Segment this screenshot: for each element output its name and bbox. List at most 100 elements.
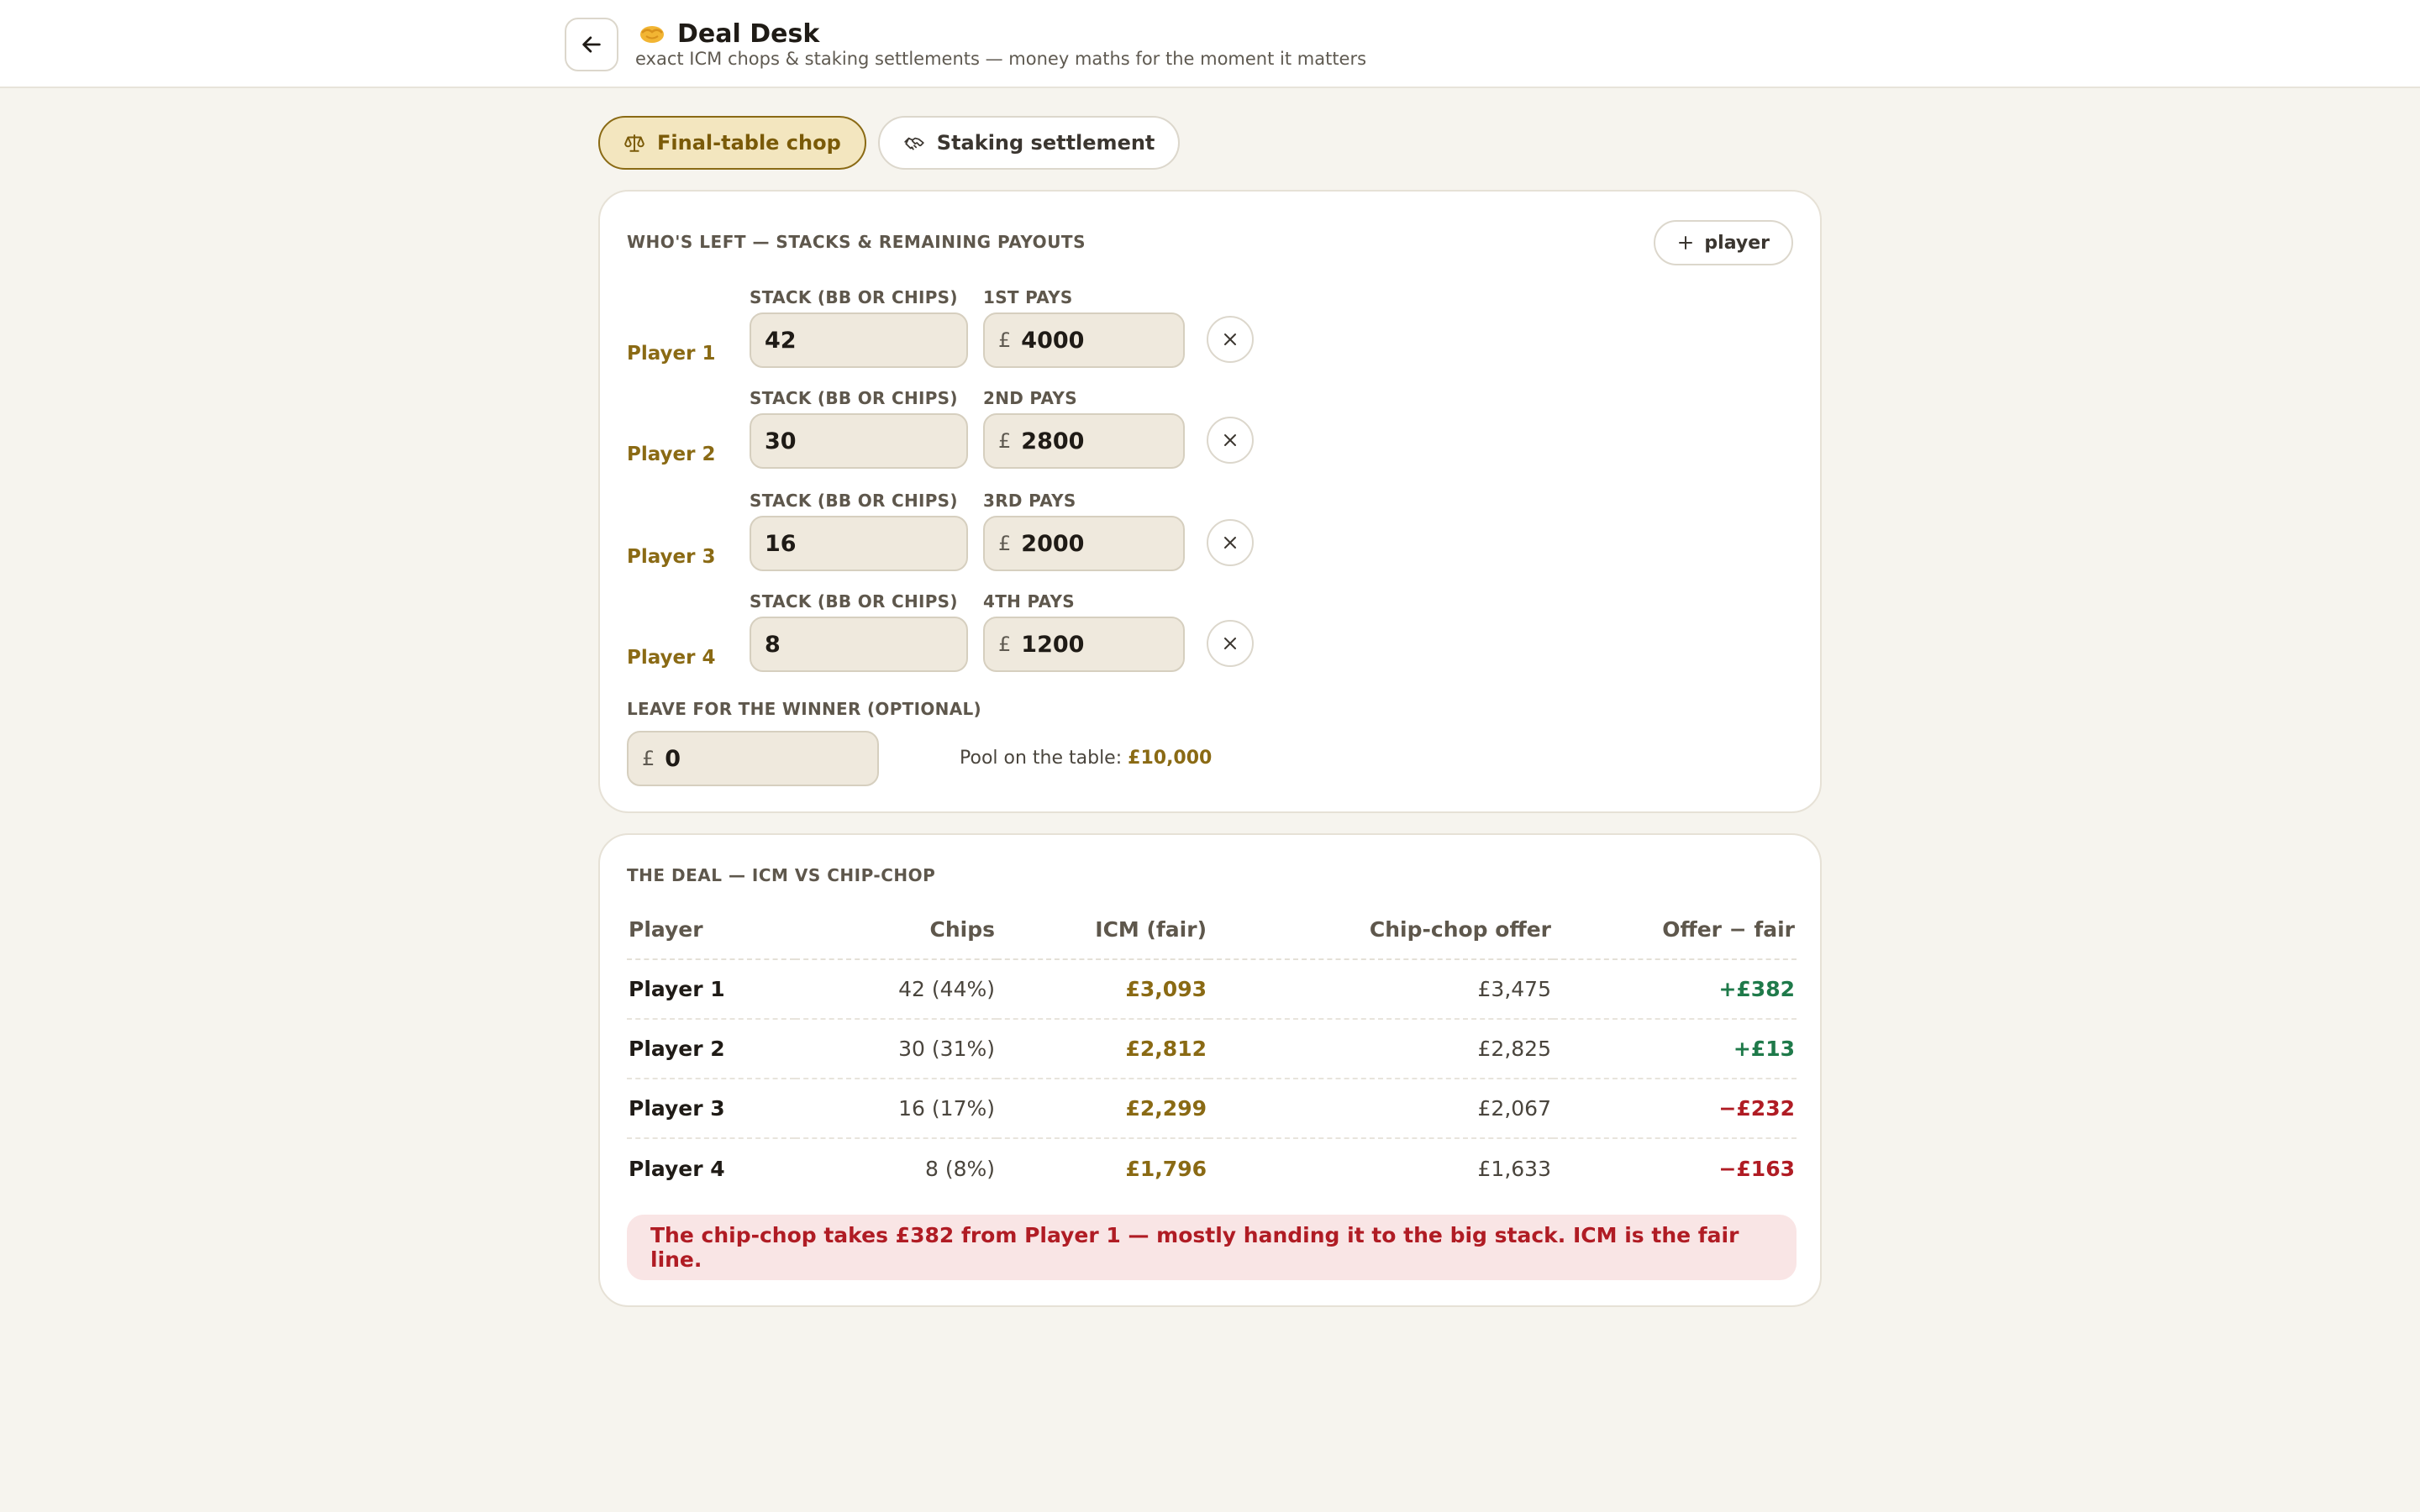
- cell-diff: −£232: [1553, 1079, 1797, 1139]
- stack-input[interactable]: 42: [750, 312, 968, 368]
- tab-staking-settlement[interactable]: Staking settlement: [877, 116, 1181, 170]
- remove-player-button[interactable]: [1207, 620, 1254, 667]
- handshake-emoji-icon: [640, 26, 664, 43]
- player-name: Player 4: [627, 647, 716, 669]
- player-name: Player 3: [627, 546, 716, 568]
- payout-label: 1st pays: [983, 287, 1073, 307]
- cell-chipchop: £3,475: [1208, 959, 1553, 1020]
- tab-final-table-chop[interactable]: Final-table chop: [598, 116, 866, 170]
- pool-summary: Pool on the table: £10,000: [960, 748, 1212, 769]
- top-bar: Deal Desk exact ICM chops & staking sett…: [0, 0, 2420, 88]
- remove-player-button[interactable]: [1207, 417, 1254, 464]
- currency-symbol: £: [998, 328, 1012, 352]
- app-title: Deal Desk: [639, 17, 819, 50]
- remove-player-button[interactable]: [1207, 316, 1254, 363]
- cell-icm: £2,812: [997, 1019, 1208, 1079]
- cell-player: Player 1: [627, 959, 795, 1020]
- cell-chips: 30 (31%): [795, 1019, 997, 1079]
- currency-symbol: £: [642, 747, 655, 770]
- winner-input[interactable]: £ 0: [627, 731, 879, 786]
- payout-input[interactable]: £ 4000: [983, 312, 1185, 368]
- add-player-button[interactable]: player: [1654, 220, 1793, 265]
- payout-label: 4th pays: [983, 591, 1075, 612]
- close-icon: [1224, 537, 1236, 549]
- stack-input[interactable]: 8: [750, 617, 968, 672]
- close-icon: [1224, 333, 1236, 345]
- stack-label: Stack (BB or chips): [750, 287, 958, 307]
- table-row: Player 4 8 (8%) £1,796 £1,633 −£163: [627, 1138, 1797, 1198]
- column-header-icm: ICM (fair): [997, 900, 1208, 960]
- table-row: Player 3 16 (17%) £2,299 £2,067 −£232: [627, 1079, 1797, 1139]
- stack-value: 8: [765, 631, 781, 658]
- pool-value: £10,000: [1128, 748, 1213, 769]
- cell-chipchop: £2,067: [1208, 1079, 1553, 1139]
- player-row: Player 3 Stack (BB or chips) 3rd pays 16…: [627, 491, 1265, 591]
- cell-chips: 16 (17%): [795, 1079, 997, 1139]
- tab-label: Final-table chop: [657, 131, 841, 155]
- cell-icm: £3,093: [997, 959, 1208, 1020]
- payout-value: 1200: [1021, 631, 1085, 658]
- player-name: Player 1: [627, 343, 716, 365]
- currency-symbol: £: [998, 532, 1012, 555]
- cell-chips: 8 (8%): [924, 1156, 995, 1181]
- cell-player: Player 3: [627, 1079, 795, 1139]
- remove-player-button[interactable]: [1207, 519, 1254, 566]
- fairness-alert: The chip-chop takes £382 from Player 1 —…: [627, 1215, 1797, 1280]
- payout-input[interactable]: £ 1200: [983, 617, 1185, 672]
- cell-player: Player 4: [629, 1156, 725, 1181]
- deal-table: Player Chips ICM (fair) Chip-chop offer …: [627, 900, 1797, 1198]
- scales-icon: [624, 134, 644, 152]
- stack-label: Stack (BB or chips): [750, 491, 958, 511]
- cell-diff: +£382: [1553, 959, 1797, 1020]
- mode-tabs: Final-table chop Staking settlement: [598, 116, 1181, 170]
- player-name: Player 2: [627, 444, 716, 465]
- stack-value: 30: [765, 428, 797, 454]
- player-row: Player 2 Stack (BB or chips) 2nd pays 30…: [627, 388, 1265, 489]
- column-header-chipchop: Chip-chop offer: [1208, 900, 1553, 960]
- currency-symbol: £: [998, 633, 1012, 656]
- cell-chipchop: £2,825: [1208, 1019, 1553, 1079]
- app-title-text: Deal Desk: [677, 18, 820, 49]
- deal-card: The deal — ICM vs chip-chop Player Chips…: [598, 833, 1822, 1307]
- arrow-left-icon: [582, 36, 601, 53]
- back-button[interactable]: [565, 18, 618, 71]
- stack-label: Stack (BB or chips): [750, 388, 958, 408]
- plus-icon: [1679, 236, 1693, 249]
- stack-value: 16: [765, 530, 797, 557]
- winner-value: 0: [665, 745, 681, 772]
- stack-input[interactable]: 16: [750, 516, 968, 571]
- payout-label: 2nd pays: [983, 388, 1077, 408]
- pool-label: Pool on the table:: [960, 748, 1123, 769]
- payout-input[interactable]: £ 2800: [983, 413, 1185, 469]
- column-header-chips: Chips: [795, 900, 997, 960]
- stack-label: Stack (BB or chips): [750, 591, 958, 612]
- payout-label: 3rd pays: [983, 491, 1076, 511]
- currency-symbol: £: [998, 429, 1012, 453]
- stack-value: 42: [765, 327, 797, 354]
- table-header-row: Player Chips ICM (fair) Chip-chop offer …: [627, 900, 1797, 960]
- payout-input[interactable]: £ 2000: [983, 516, 1185, 571]
- player-row: Player 1 Stack (BB or chips) 1st pays 42…: [627, 287, 1265, 388]
- stack-input[interactable]: 30: [750, 413, 968, 469]
- close-icon: [1224, 638, 1236, 649]
- cell-icm: £1,796: [1125, 1156, 1207, 1181]
- column-header-player: Player: [627, 900, 795, 960]
- add-player-label: player: [1704, 232, 1770, 254]
- table-row: Player 2 30 (31%) £2,812 £2,825 +£13: [627, 1019, 1797, 1079]
- winner-label: Leave for the winner (optional): [627, 699, 981, 719]
- table-row: Player 1 42 (44%) £3,093 £3,475 +£382: [627, 959, 1797, 1020]
- close-icon: [1224, 434, 1236, 446]
- cell-chipchop: £1,633: [1477, 1156, 1551, 1181]
- payout-value: 2800: [1021, 428, 1085, 454]
- player-row: Player 4 Stack (BB or chips) 4th pays 8 …: [627, 591, 1265, 692]
- app-subtitle: exact ICM chops & staking settlements — …: [635, 49, 1367, 69]
- tab-label: Staking settlement: [936, 131, 1155, 155]
- cell-diff: −£163: [1718, 1156, 1795, 1181]
- section-title: The deal — ICM vs chip-chop: [627, 865, 936, 885]
- handshake-icon: [904, 137, 924, 150]
- cell-player: Player 2: [627, 1019, 795, 1079]
- payout-value: 2000: [1021, 530, 1085, 557]
- payout-value: 4000: [1021, 327, 1085, 354]
- cell-diff: +£13: [1553, 1019, 1797, 1079]
- column-header-diff: Offer − fair: [1553, 900, 1797, 960]
